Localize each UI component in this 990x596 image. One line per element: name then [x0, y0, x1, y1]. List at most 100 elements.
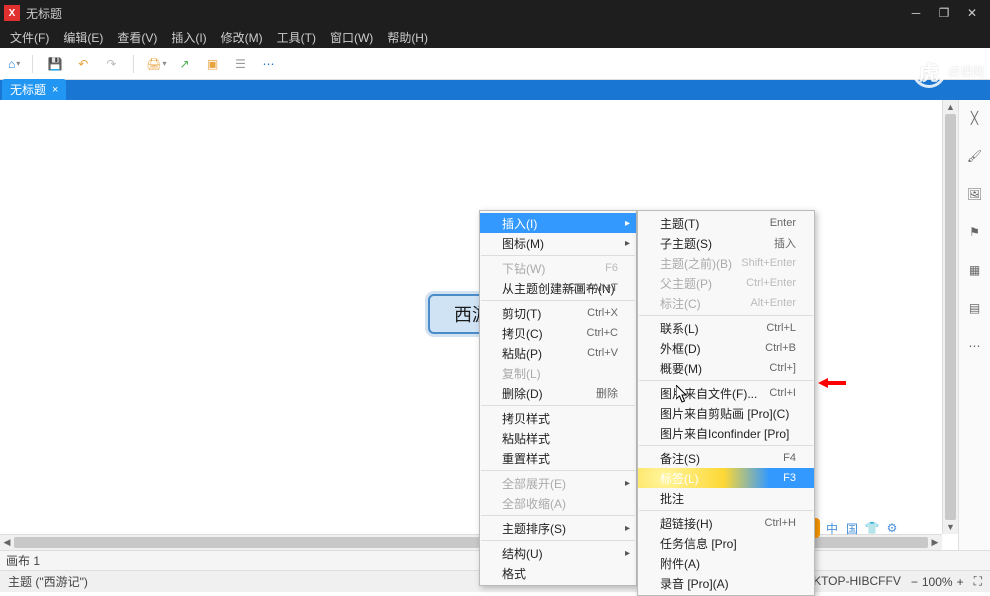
menu-item[interactable]: 图标(M)▸ [480, 233, 636, 253]
submenu-arrow-icon: ▸ [625, 548, 630, 559]
menu-shortcut: 删除 [596, 385, 618, 401]
menu-item-label: 格式 [502, 565, 526, 582]
menu-item-label: 插入(I) [502, 215, 537, 232]
menu-shortcut: Ctrl+H [765, 517, 796, 529]
menu-item-label: 图片来自文件(F)... [660, 385, 757, 402]
menu-item[interactable]: 结构(U)▸ [480, 543, 636, 563]
menu-item[interactable]: 粘贴样式 [480, 428, 636, 448]
menu-item[interactable]: 插入(I)▸ [480, 213, 636, 233]
menu-item-label: 图片来自剪贴画 [Pro](C) [660, 405, 789, 422]
submenu-arrow-icon: ▸ [625, 478, 630, 489]
share-button[interactable]: ↗ [175, 54, 195, 74]
save-button[interactable]: 💾 [45, 54, 65, 74]
menu-item[interactable]: 附件(A) [638, 553, 814, 573]
menu-shortcut: Ctrl+I [769, 387, 796, 399]
vertical-scrollbar[interactable]: ▲ ▼ [942, 100, 958, 534]
home-button[interactable]: ⌂▾ [8, 57, 20, 71]
menu-item-label: 下钻(W) [502, 260, 545, 277]
menu-item-label: 任务信息 [Pro] [660, 535, 737, 552]
menu-item[interactable]: 删除(D)删除 [480, 383, 636, 403]
menu-shortcut: Ctrl+Alt+T [568, 282, 618, 294]
fullscreen-icon[interactable]: ⛶ [974, 574, 982, 589]
document-tab[interactable]: 无标题 × [2, 79, 66, 100]
menu-shortcut: Ctrl+V [587, 347, 618, 359]
close-button[interactable]: ✕ [958, 4, 986, 22]
menu-item-label: 超链接(H) [660, 515, 713, 532]
format-icon[interactable]: ╳ [965, 108, 985, 128]
menu-item[interactable]: 录音 [Pro](A) [638, 573, 814, 593]
menu-item[interactable]: 联系(L)Ctrl+L [638, 318, 814, 338]
sheet-label[interactable]: 画布 1 [6, 552, 40, 569]
scroll-up-icon[interactable]: ▲ [943, 100, 958, 114]
menubar: 文件(F)编辑(E)查看(V)插入(I)修改(M)工具(T)窗口(W)帮助(H) [0, 26, 990, 48]
menu-item[interactable]: 主题(T)Enter [638, 213, 814, 233]
menu-item-label: 子主题(S) [660, 235, 712, 252]
menu-item[interactable]: 子主题(S)插入 [638, 233, 814, 253]
menu-item[interactable]: 外框(D)Ctrl+B [638, 338, 814, 358]
menu-item[interactable]: 概要(M)Ctrl+] [638, 358, 814, 378]
menu-item[interactable]: 文件(F) [4, 27, 55, 48]
menu-item[interactable]: 批注 [638, 488, 814, 508]
flag-icon[interactable]: ⚑ [965, 222, 985, 242]
menu-item[interactable]: 编辑(E) [57, 27, 109, 48]
tabbar: 无标题 × [0, 80, 990, 100]
menu-item[interactable]: 插入(I) [165, 27, 212, 48]
ime-lang-icon[interactable]: 中 [824, 520, 840, 536]
menu-item-label: 全部收缩(A) [502, 495, 566, 512]
scroll-right-icon[interactable]: ▶ [928, 535, 942, 550]
menu-item[interactable]: 拷贝样式 [480, 408, 636, 428]
ime-skin-icon[interactable]: 👕 [864, 520, 880, 536]
menu-item[interactable]: 图片来自剪贴画 [Pro](C) [638, 403, 814, 423]
undo-button[interactable]: ↶ [73, 54, 93, 74]
menu-item-label: 标注(C) [660, 295, 701, 312]
tab-close-icon[interactable]: × [52, 84, 58, 96]
menu-item[interactable]: 图片来自文件(F)... Ctrl+I [638, 383, 814, 403]
maximize-button[interactable]: ❐ [930, 4, 958, 22]
menu-item[interactable]: 查看(V) [111, 27, 163, 48]
menu-item[interactable]: 任务信息 [Pro] [638, 533, 814, 553]
menu-item: 复制(L) [480, 363, 636, 383]
menu-item[interactable]: 主题排序(S)▸ [480, 518, 636, 538]
image-icon[interactable]: 🖼 [965, 184, 985, 204]
comments-icon[interactable]: ⋯ [965, 336, 985, 356]
tab-label: 无标题 [10, 81, 46, 98]
submenu-arrow-icon: ▸ [625, 238, 630, 249]
window-title: 无标题 [26, 5, 902, 22]
menu-item-label: 备注(S) [660, 450, 700, 467]
menu-item[interactable]: 从主题创建新画布(N)Ctrl+Alt+T [480, 278, 636, 298]
gantt-button[interactable]: ☰ [231, 54, 251, 74]
vscroll-thumb[interactable] [945, 114, 956, 520]
style-icon[interactable]: 🖌 [965, 146, 985, 166]
menu-item[interactable]: 重置样式 [480, 448, 636, 468]
menu-item[interactable]: 标签(L)F3 [638, 468, 814, 488]
redo-button[interactable]: ↷ [101, 54, 121, 74]
menu-shortcut: Ctrl+B [765, 342, 796, 354]
print-button[interactable]: 🖨▾ [146, 57, 166, 71]
app-icon: X [4, 5, 20, 21]
menu-item[interactable]: 帮助(H) [381, 27, 434, 48]
scroll-left-icon[interactable]: ◀ [0, 535, 14, 550]
menu-item-label: 复制(L) [502, 365, 541, 382]
export-button[interactable]: ▣ [203, 54, 223, 74]
menu-item[interactable]: 拷贝(C)Ctrl+C [480, 323, 636, 343]
menu-item[interactable]: 工具(T) [271, 27, 322, 48]
menu-item[interactable]: 格式 [480, 563, 636, 583]
menu-item[interactable]: 图片来自Iconfinder [Pro] [638, 423, 814, 443]
menu-item[interactable]: 修改(M) [215, 27, 269, 48]
menu-item: 主题(之前)(B)Shift+Enter [638, 253, 814, 273]
menu-item[interactable]: 备注(S)F4 [638, 448, 814, 468]
menu-item[interactable]: 剪切(T)Ctrl+X [480, 303, 636, 323]
menu-item[interactable]: 超链接(H) Ctrl+H [638, 513, 814, 533]
scroll-down-icon[interactable]: ▼ [943, 520, 958, 534]
zoom-out-button[interactable]: − [911, 575, 918, 589]
notes-icon[interactable]: ▤ [965, 298, 985, 318]
ime-settings-icon[interactable]: ⚙ [884, 520, 900, 536]
more-button[interactable]: ⋯ [259, 54, 279, 74]
menu-item[interactable]: 窗口(W) [324, 27, 379, 48]
ime-region-icon[interactable]: 国 [844, 520, 860, 536]
menu-item-label: 全部展开(E) [502, 475, 566, 492]
zoom-in-button[interactable]: + [957, 575, 964, 589]
minimize-button[interactable]: ─ [902, 4, 930, 22]
task-icon[interactable]: ▦ [965, 260, 985, 280]
menu-item[interactable]: 粘贴(P)Ctrl+V [480, 343, 636, 363]
